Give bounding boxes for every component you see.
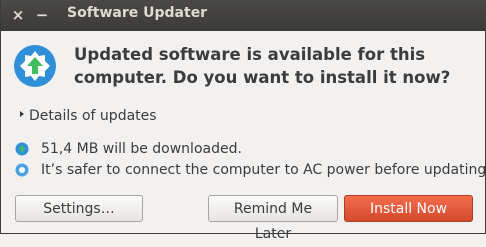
software-updater-window: × − Software Updater Updated software is… — [0, 0, 486, 242]
install-now-button[interactable]: Install Now — [344, 195, 473, 222]
titlebar: × − Software Updater — [1, 0, 486, 31]
details-expander[interactable]: Details of updates — [20, 108, 157, 124]
software-updater-icon — [14, 45, 56, 87]
settings-button[interactable]: Settings… — [15, 195, 143, 222]
window-title: Software Updater — [67, 5, 208, 21]
close-icon[interactable]: × — [9, 4, 27, 26]
details-label[interactable]: Details of updates — [29, 108, 157, 124]
expander-arrow-icon[interactable] — [20, 111, 24, 117]
minimize-icon[interactable]: − — [33, 4, 51, 26]
dialog-heading: Updated software is available for this c… — [74, 45, 451, 87]
power-plug-icon — [15, 163, 29, 177]
download-size-icon — [15, 142, 29, 156]
download-info-text: 51,4 MB will be downloaded. — [41, 141, 242, 157]
remind-later-button[interactable]: Remind Me Later — [208, 195, 338, 242]
power-info-text: It’s safer to connect the computer to AC… — [41, 162, 486, 178]
